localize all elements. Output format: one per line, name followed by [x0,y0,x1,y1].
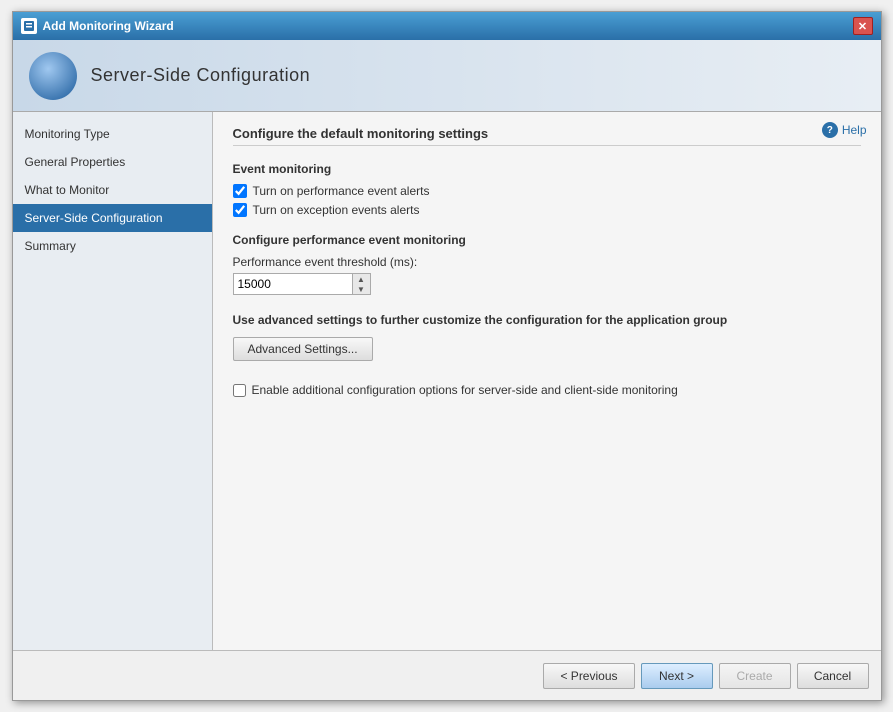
spin-up-button[interactable]: ▲ [353,274,370,284]
help-link[interactable]: ? Help [822,122,867,138]
sidebar-item-general-properties[interactable]: General Properties [13,148,212,176]
title-bar: Add Monitoring Wizard ✕ [13,12,881,40]
content-area: Monitoring Type General Properties What … [13,112,881,650]
header-panel: Server-Side Configuration [13,40,881,112]
enable-additional-checkbox[interactable] [233,384,246,397]
performance-alerts-checkbox[interactable] [233,184,247,198]
performance-alerts-label: Turn on performance event alerts [253,184,430,198]
header-icon [29,52,77,100]
exception-alerts-row: Turn on exception events alerts [233,203,861,217]
sidebar: Monitoring Type General Properties What … [13,112,213,650]
enable-additional-row: Enable additional configuration options … [233,383,861,397]
spin-buttons: ▲ ▼ [353,273,371,295]
close-button[interactable]: ✕ [853,17,873,35]
sidebar-item-summary[interactable]: Summary [13,232,212,260]
footer: < Previous Next > Create Cancel [13,650,881,700]
sidebar-item-monitoring-type[interactable]: Monitoring Type [13,120,212,148]
threshold-input-wrap: ▲ ▼ [233,273,373,295]
help-label: Help [842,123,867,137]
enable-additional-label: Enable additional configuration options … [252,383,678,397]
window-icon [21,18,37,34]
performance-alerts-row: Turn on performance event alerts [233,184,861,198]
help-icon: ? [822,122,838,138]
window-title: Add Monitoring Wizard [43,19,174,33]
exception-alerts-checkbox[interactable] [233,203,247,217]
sidebar-item-server-side-config[interactable]: Server-Side Configuration [13,204,212,232]
previous-button[interactable]: < Previous [543,663,634,689]
spin-down-button[interactable]: ▼ [353,284,370,294]
event-monitoring-title: Event monitoring [233,162,861,176]
threshold-input[interactable] [233,273,353,295]
threshold-label: Performance event threshold (ms): [233,255,861,269]
sidebar-item-what-to-monitor[interactable]: What to Monitor [13,176,212,204]
cancel-button[interactable]: Cancel [797,663,869,689]
advanced-settings-button[interactable]: Advanced Settings... [233,337,373,361]
wizard-window: Add Monitoring Wizard ✕ Server-Side Conf… [12,11,882,701]
advanced-note: Use advanced settings to further customi… [233,313,861,327]
performance-section-title: Configure performance event monitoring [233,233,861,247]
create-button[interactable]: Create [719,663,791,689]
next-button[interactable]: Next > [641,663,713,689]
page-section-title: Configure the default monitoring setting… [233,126,861,146]
exception-alerts-label: Turn on exception events alerts [253,203,420,217]
main-panel: ? Help Configure the default monitoring … [213,112,881,650]
header-title: Server-Side Configuration [91,65,311,86]
